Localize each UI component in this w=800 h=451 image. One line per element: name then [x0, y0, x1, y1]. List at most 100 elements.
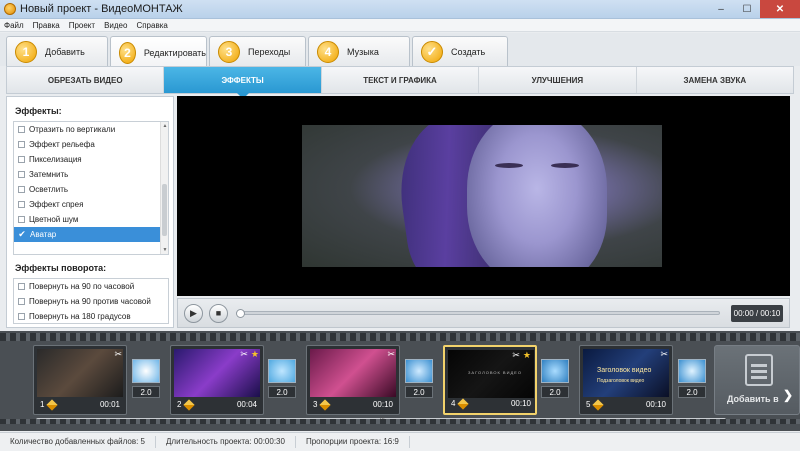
status-duration: Длительность проекта: 00:00:30 [156, 436, 296, 448]
scissors-icon[interactable]: ✂ [512, 350, 520, 361]
timeline-clip[interactable]: ✂ ★ 2 00:04 [170, 345, 264, 415]
tab-enhancements[interactable]: УЛУЧШЕНИЯ [479, 67, 637, 93]
star-icon[interactable]: ★ [251, 349, 259, 360]
checkbox-icon[interactable] [18, 313, 25, 320]
play-icon[interactable]: ▶ [184, 303, 203, 323]
effects-label: Затемнить [29, 170, 69, 179]
title-bar: Новый проект - ВидеоМОНТАЖ – ☐ ✕ [0, 0, 800, 19]
effects-item[interactable]: Цветной шум [14, 212, 168, 227]
menu-video[interactable]: Видео [104, 21, 127, 30]
clip-number: 5 [586, 400, 591, 409]
checkbox-checked-icon[interactable]: ✔ [18, 230, 26, 239]
transition[interactable]: 2.0 [541, 359, 571, 407]
app-icon [4, 3, 16, 15]
scissors-icon[interactable]: ✂ [387, 349, 395, 360]
checkbox-icon[interactable] [18, 201, 25, 208]
transition-duration: 2.0 [678, 386, 706, 398]
minimize-button[interactable]: – [708, 0, 734, 18]
menu-help[interactable]: Справка [136, 21, 167, 30]
checkbox-icon[interactable] [18, 216, 25, 223]
effects-item[interactable]: Пикселизация [14, 152, 168, 167]
step-music[interactable]: 4 Музыка [308, 36, 410, 67]
scissors-icon[interactable]: ✂ [660, 349, 668, 360]
clip-thumbnail [310, 349, 396, 397]
seek-knob[interactable] [236, 308, 245, 318]
window-title: Новый проект - ВидеоМОНТАЖ [20, 3, 183, 15]
film-icon [745, 354, 773, 386]
clip-number: 1 [40, 400, 45, 409]
step-label: Создать [451, 47, 486, 57]
pencil-icon[interactable] [457, 397, 470, 410]
effects-item[interactable]: Отразить по вертикали [14, 122, 168, 137]
menu-edit[interactable]: Правка [33, 21, 60, 30]
effects-item[interactable]: Осветлить [14, 182, 168, 197]
pencil-icon[interactable] [592, 398, 605, 411]
transition[interactable]: 2.0 [132, 359, 162, 407]
seek-track[interactable] [240, 311, 720, 315]
effects-item[interactable]: Эффект рельефа [14, 137, 168, 152]
effects-scrollbar[interactable]: ▲ ▼ [160, 122, 168, 254]
effects-item[interactable]: Эффект спрея [14, 197, 168, 212]
rotation-item[interactable]: Повернуть на 180 градусов [14, 309, 168, 323]
checkbox-icon[interactable] [18, 298, 25, 305]
checkbox-icon[interactable] [18, 156, 25, 163]
timeline-clip[interactable]: ✂ 3 00:10 [306, 345, 400, 415]
chevron-right-icon[interactable]: ❯ [783, 388, 793, 402]
checkbox-icon[interactable] [18, 283, 25, 290]
rotation-item[interactable]: Повернуть на 90 против часовой [14, 294, 168, 309]
clip-thumbnail [37, 349, 123, 397]
clip-footer: 2 00:04 [174, 398, 260, 411]
checkbox-icon[interactable] [18, 171, 25, 178]
clip-icons: ✂ [660, 349, 668, 360]
step-add[interactable]: 1 Добавить [6, 36, 108, 67]
rotation-item[interactable]: Повернуть на 90 по часовой [14, 279, 168, 294]
scroll-down-icon[interactable]: ▼ [161, 246, 168, 254]
step-edit[interactable]: 2 Редактировать [110, 36, 207, 68]
add-video-button[interactable]: Добавить в ❯ [714, 345, 800, 415]
checkbox-icon[interactable] [18, 126, 25, 133]
pencil-icon[interactable] [183, 398, 196, 411]
close-button[interactable]: ✕ [760, 0, 800, 18]
scissors-icon[interactable]: ✂ [114, 349, 122, 360]
clip-thumbnail: Заголовок видео Подзаголовок видео [583, 349, 669, 397]
timeline-clip[interactable]: Заголовок видео Подзаголовок видео ✂ 5 00:10 [579, 345, 673, 415]
step-transitions[interactable]: 3 Переходы [209, 36, 306, 67]
effects-label: Осветлить [29, 185, 69, 194]
scroll-up-icon[interactable]: ▲ [161, 122, 168, 130]
effects-item[interactable]: Затемнить [14, 167, 168, 182]
menu-file[interactable]: Файл [4, 21, 24, 30]
time-display: 00:00 / 00:10 [731, 304, 783, 322]
clip-footer: 1 00:01 [37, 398, 123, 411]
tab-effects[interactable]: ЭФФЕКТЫ [164, 67, 322, 99]
checkbox-icon[interactable] [18, 141, 25, 148]
checkbox-icon[interactable] [18, 186, 25, 193]
scissors-icon[interactable]: ✂ [240, 349, 248, 360]
pencil-icon[interactable] [319, 398, 332, 411]
step-create[interactable]: ✓ Создать [412, 36, 508, 67]
video-preview[interactable] [177, 96, 790, 296]
pencil-icon[interactable] [46, 398, 59, 411]
transition[interactable]: 2.0 [678, 359, 708, 407]
scroll-thumb[interactable] [162, 184, 167, 236]
stop-icon[interactable]: ■ [209, 303, 228, 323]
tab-text-graphics[interactable]: ТЕКСТ И ГРАФИКА [322, 67, 480, 93]
transition-thumbnail [541, 359, 569, 383]
rotation-list: Повернуть на 90 по часовой Повернуть на 9… [13, 278, 169, 324]
menu-bar: Файл Правка Проект Видео Справка [0, 19, 800, 32]
star-icon[interactable]: ★ [523, 350, 531, 361]
transition-thumbnail [268, 359, 296, 383]
tab-replace-audio[interactable]: ЗАМЕНА ЗВУКА [637, 67, 793, 93]
transition[interactable]: 2.0 [405, 359, 435, 407]
timeline-clip[interactable]: ЗАГОЛОВОК ВИДЕО ✂ ★ 4 00:10 [443, 345, 537, 415]
effects-label: Пикселизация [29, 155, 82, 164]
clip-footer: 4 00:10 [448, 397, 534, 410]
transition[interactable]: 2.0 [268, 359, 298, 407]
timeline-clip[interactable]: ✂ 1 00:01 [33, 345, 127, 415]
clip-icons: ✂ ★ [512, 350, 531, 361]
maximize-button[interactable]: ☐ [734, 0, 760, 18]
step-3-icon: 3 [218, 41, 240, 63]
tab-trim-video[interactable]: ОБРЕЗАТЬ ВИДЕО [7, 67, 165, 93]
menu-project[interactable]: Проект [69, 21, 95, 30]
effects-item[interactable]: ✔ Аватар [14, 227, 168, 242]
step-label: Редактировать [143, 47, 206, 58]
